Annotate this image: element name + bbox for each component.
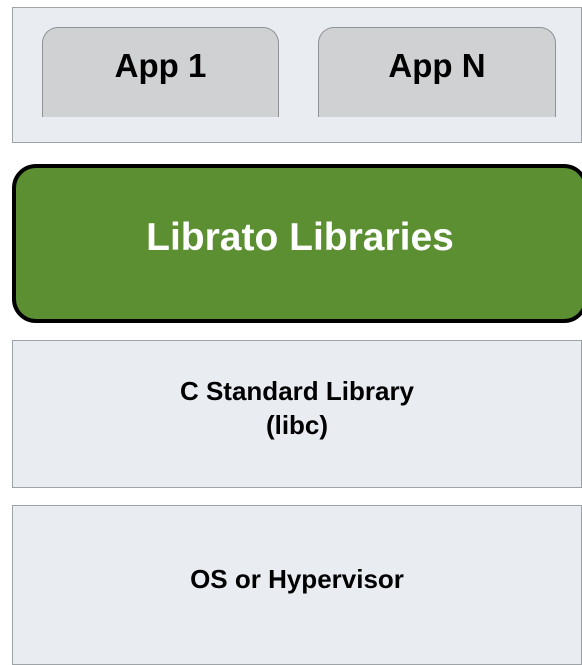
app-n-label: App N <box>388 46 486 84</box>
app-n-box: App N <box>318 27 556 117</box>
app-1-box: App 1 <box>42 27 279 117</box>
libc-label: C Standard Library (libc) <box>180 374 414 442</box>
libc-layer: C Standard Library (libc) <box>12 340 582 488</box>
app-1-label: App 1 <box>114 46 207 84</box>
librato-libraries-layer: Librato Libraries <box>12 164 582 323</box>
os-hypervisor-label: OS or Hypervisor <box>190 563 404 594</box>
libc-label-line-1: C Standard Library <box>179 376 415 406</box>
libc-label-line-2: (libc) <box>265 410 329 440</box>
os-hypervisor-layer: OS or Hypervisor <box>12 505 582 665</box>
librato-libraries-label: Librato Libraries <box>146 215 454 259</box>
